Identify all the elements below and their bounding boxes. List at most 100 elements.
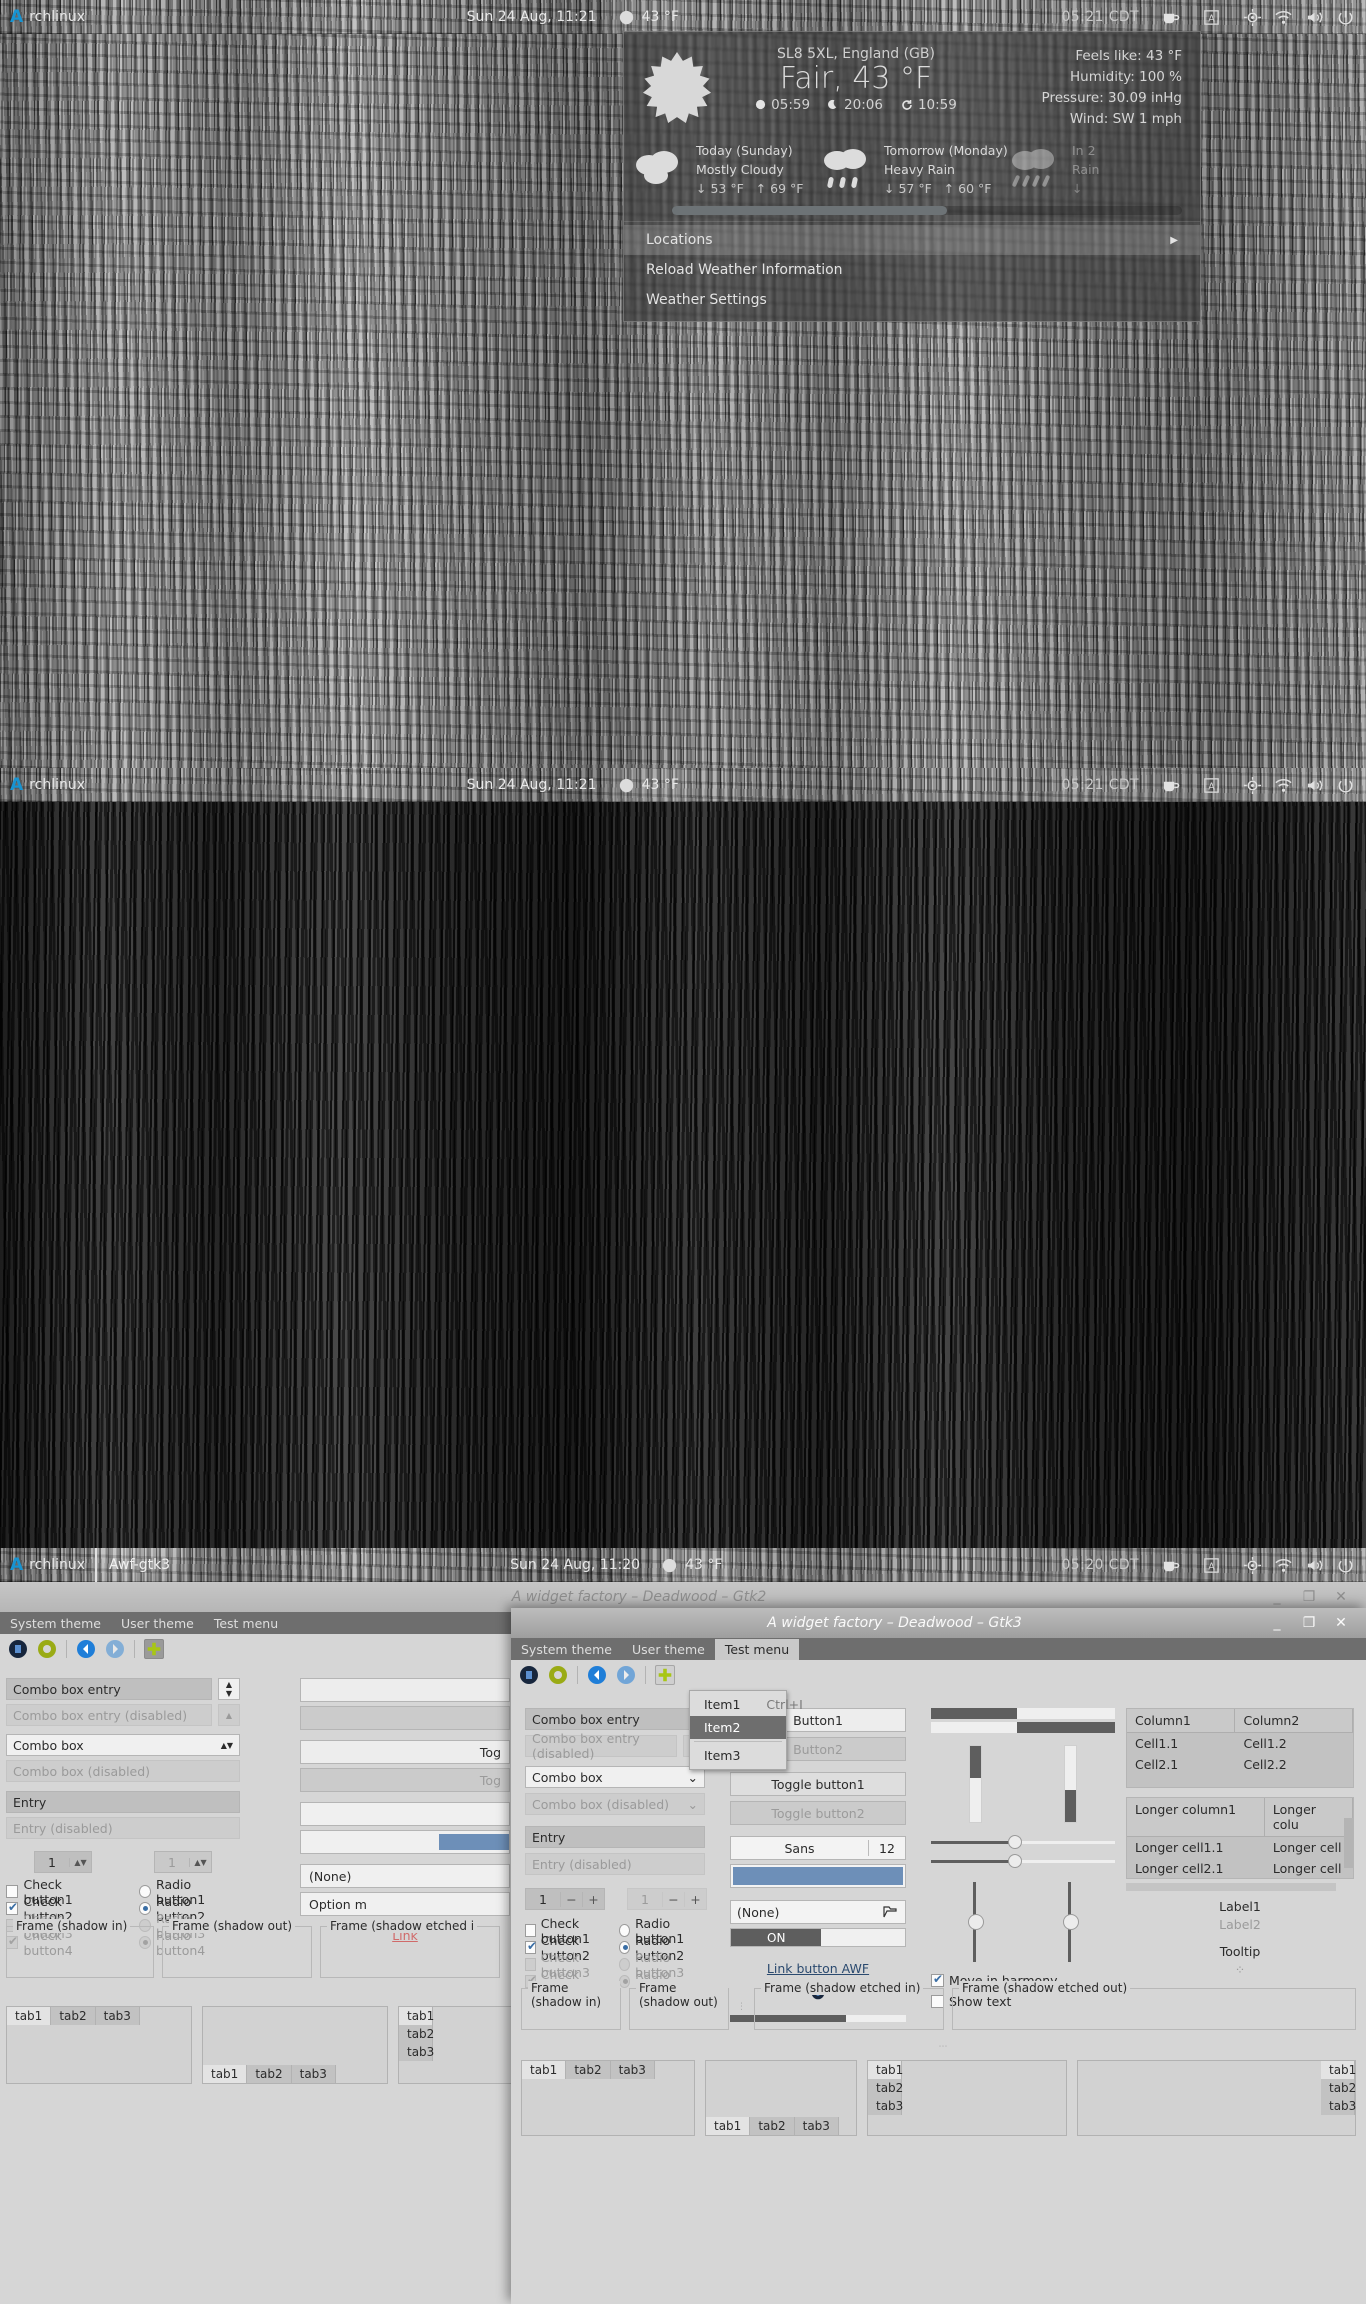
gtk3-tabb-2[interactable]: tab2 xyxy=(750,2117,795,2135)
refresh-icon[interactable] xyxy=(548,1665,568,1685)
gtk2-tabb-3[interactable]: tab3 xyxy=(291,2065,336,2083)
gtk3-tooltip-label[interactable]: Tooltip xyxy=(1126,1944,1354,1959)
gtk3-menu-user-theme[interactable]: User theme xyxy=(622,1639,715,1660)
gtk3-tv2-col-0[interactable]: Longer column1 xyxy=(1127,1798,1265,1836)
location-icon[interactable] xyxy=(1243,8,1262,27)
gtk3-tabl-2[interactable]: tab2 xyxy=(868,2079,903,2097)
back-icon[interactable] xyxy=(587,1665,607,1685)
gtk3-tv1-col-0[interactable]: Column1 xyxy=(1127,1709,1236,1732)
gtk3-tab-3[interactable]: tab3 xyxy=(610,2061,655,2079)
gtk2-font-button[interactable] xyxy=(300,1802,510,1826)
power-icon-3[interactable] xyxy=(1336,1556,1355,1575)
gtk2-entry[interactable]: Entry xyxy=(6,1791,240,1813)
gtk3-tab-2[interactable]: tab2 xyxy=(566,2061,611,2079)
table-row[interactable]: Cell1.1 Cell1.2 xyxy=(1127,1733,1353,1754)
keyboard-layout-icon-3[interactable]: A xyxy=(1202,1556,1221,1575)
gtk2-combo-entry[interactable]: Combo box entry xyxy=(6,1678,212,1700)
gtk3-tv2-col-1[interactable]: Longer colu xyxy=(1265,1798,1353,1836)
location-icon-2[interactable] xyxy=(1243,776,1262,795)
close-icon[interactable]: ✕ xyxy=(1334,1615,1348,1631)
weather-plugin-button[interactable]: 43 °F xyxy=(606,0,689,34)
volume-icon-3[interactable] xyxy=(1305,1556,1324,1575)
gtk2-combo-entry-spinner[interactable]: ▲ ▼ xyxy=(218,1678,240,1700)
gtk3-combo-entry[interactable]: Combo box entry xyxy=(525,1708,705,1730)
gtk3-vscale-1[interactable] xyxy=(967,1882,984,1962)
coffee-icon[interactable] xyxy=(1161,8,1180,27)
gtk2-color-button[interactable] xyxy=(300,1830,510,1854)
taskbar-item-awf-gtk3[interactable]: Awf-gtk3 xyxy=(95,1548,183,1582)
forward-icon[interactable] xyxy=(616,1665,636,1685)
gtk3-treeview-1[interactable]: Column1 Column2 Cell1.1 Cell1.2 Cell2.1 … xyxy=(1126,1708,1354,1788)
weather-plugin-button-3[interactable]: 43 °F xyxy=(650,1548,733,1582)
gtk2-tabb-2[interactable]: tab2 xyxy=(247,2065,292,2083)
add-icon[interactable] xyxy=(144,1639,164,1659)
gtk3-color-button[interactable] xyxy=(730,1864,906,1888)
gtk2-button-1[interactable] xyxy=(300,1678,510,1702)
gtk3-treeview-2-vscrollbar[interactable] xyxy=(1344,1818,1353,1868)
gtk2-tabb-1[interactable]: tab1 xyxy=(203,2065,248,2083)
gtk2-spin-steppers[interactable]: ▲▼ xyxy=(69,1857,91,1867)
gtk3-treeview-2[interactable]: Longer column1 Longer colu Longer cell1.… xyxy=(1126,1797,1354,1879)
clock-plugin-3[interactable]: Sun 24 Aug, 11:20 xyxy=(500,1548,650,1582)
gtk3-titlebar[interactable]: A widget factory – Deadwood – Gtk3 _ ❐ ✕ xyxy=(511,1608,1366,1638)
about-icon[interactable] xyxy=(519,1665,539,1685)
keyboard-layout-icon-2[interactable]: A xyxy=(1202,776,1221,795)
close-icon[interactable]: ✕ xyxy=(1334,1589,1348,1605)
gtk2-option-menu[interactable]: Option m xyxy=(300,1892,510,1916)
applications-menu-button[interactable]: A rchlinux xyxy=(0,0,95,34)
gtk2-combo[interactable]: Combo box ▲▼ xyxy=(6,1734,240,1756)
gtk3-spin-plus[interactable]: + xyxy=(582,1891,604,1907)
gtk3-tabr-3[interactable]: tab3 xyxy=(1321,2097,1356,2115)
gtk2-menu-system-theme[interactable]: System theme xyxy=(0,1613,111,1634)
weather-menu-item-locations[interactable]: Locations ▶ xyxy=(624,225,1200,256)
add-icon[interactable] xyxy=(655,1665,675,1685)
gtk3-entry[interactable]: Entry xyxy=(525,1826,705,1848)
gtk3-font-button[interactable]: Sans 12 xyxy=(730,1836,906,1860)
refresh-icon[interactable] xyxy=(37,1639,57,1659)
table-row[interactable]: Cell2.1 Cell2.2 xyxy=(1127,1754,1353,1775)
gtk3-menu-item-2[interactable]: Item2 xyxy=(690,1716,786,1739)
minimize-icon[interactable]: _ xyxy=(1270,1589,1284,1605)
volume-icon-2[interactable] xyxy=(1305,776,1324,795)
paned-handle-horizontal[interactable]: ⋯ xyxy=(939,2042,948,2052)
clock-plugin[interactable]: Sun 24 Aug, 11:21 xyxy=(457,0,607,34)
weather-menu-item-reload[interactable]: Reload Weather Information xyxy=(624,255,1200,285)
weather-plugin-button-2[interactable]: 43 °F xyxy=(606,768,689,802)
forecast-scrollbar[interactable] xyxy=(672,206,1182,216)
gtk3-tabl-1[interactable]: tab1 xyxy=(868,2061,903,2079)
gtk2-tabl-3[interactable]: tab3 xyxy=(399,2043,434,2061)
maximize-icon[interactable]: ❐ xyxy=(1302,1589,1316,1605)
power-icon[interactable] xyxy=(1336,8,1355,27)
alt-clock-plugin-3[interactable]: 05:20 CDT xyxy=(1050,1548,1150,1582)
gtk3-switch[interactable]: ON xyxy=(730,1928,906,1947)
gtk3-tabl-3[interactable]: tab3 xyxy=(868,2097,903,2115)
table-row[interactable]: Longer cell1.1 Longer cell xyxy=(1127,1837,1353,1858)
gtk3-hscale-2[interactable] xyxy=(931,1854,1115,1868)
gtk3-tabb-3[interactable]: tab3 xyxy=(794,2117,839,2135)
gtk2-spinbutton[interactable]: 1 ▲▼ xyxy=(34,1851,92,1873)
gtk3-menu-item-3[interactable]: Item3 xyxy=(690,1744,786,1767)
volume-icon[interactable] xyxy=(1305,8,1324,27)
alt-clock-plugin-2[interactable]: 05:21 CDT xyxy=(1050,768,1151,802)
gtk3-spin-minus[interactable]: − xyxy=(560,1891,582,1907)
gtk2-tabl-2[interactable]: tab2 xyxy=(399,2025,434,2043)
gtk3-combo[interactable]: Combo box ⌄ xyxy=(525,1766,705,1788)
keyboard-layout-icon[interactable]: A xyxy=(1202,8,1221,27)
gtk2-toggle-1[interactable]: Tog xyxy=(300,1740,510,1764)
gtk2-tabl-1[interactable]: tab1 xyxy=(399,2007,434,2025)
gtk3-tab-1[interactable]: tab1 xyxy=(522,2061,567,2079)
gtk2-tab-2[interactable]: tab2 xyxy=(51,2007,96,2025)
gtk3-menu-item-1[interactable]: Item1 Ctrl+I xyxy=(690,1693,803,1716)
wifi-icon-2[interactable] xyxy=(1274,776,1293,795)
coffee-icon-2[interactable] xyxy=(1161,776,1180,795)
back-icon[interactable] xyxy=(76,1639,96,1659)
gtk2-menu-test-menu[interactable]: Test menu xyxy=(204,1613,288,1634)
power-icon-2[interactable] xyxy=(1336,776,1355,795)
gtk3-file-chooser[interactable]: (None) xyxy=(730,1900,906,1924)
gtk3-hscale-1[interactable] xyxy=(931,1835,1115,1849)
alt-clock-plugin[interactable]: 05:21 CDT xyxy=(1050,0,1151,34)
maximize-icon[interactable]: ❐ xyxy=(1302,1615,1316,1631)
gtk2-file-chooser[interactable]: (None) xyxy=(300,1864,510,1888)
gtk3-menu-system-theme[interactable]: System theme xyxy=(511,1639,622,1660)
location-icon-3[interactable] xyxy=(1243,1556,1262,1575)
